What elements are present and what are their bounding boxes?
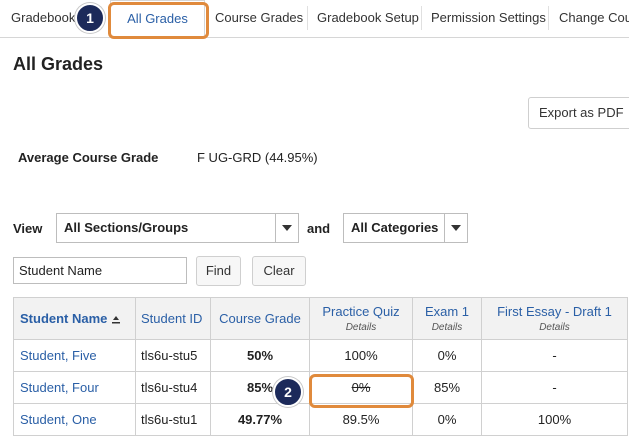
grades-table: Student Name Student ID Course Grade Pra… (13, 297, 628, 436)
student-id-header[interactable]: Student ID (135, 297, 211, 340)
student-name-link[interactable]: Student, One (13, 403, 136, 436)
sections-select-value: All Sections/Groups (64, 220, 189, 235)
student-search-input[interactable] (13, 257, 187, 284)
exam-1-cell[interactable]: 0% (412, 403, 482, 436)
tab-course-grades[interactable]: Course Grades (206, 0, 312, 36)
clear-button[interactable]: Clear (252, 256, 306, 286)
exam-1-cell[interactable]: 85% (412, 371, 482, 404)
tab-divider (548, 6, 549, 30)
table-header-row: Student Name Student ID Course Grade Pra… (13, 297, 628, 340)
tab-change-course[interactable]: Change Cour (550, 0, 629, 36)
tab-gradebook-setup[interactable]: Gradebook Setup (308, 0, 428, 36)
student-id-cell: tls6u-stu1 (135, 403, 211, 436)
export-pdf-button[interactable]: Export as PDF (528, 97, 629, 129)
table-row: Student, One tls6u-stu1 49.77% 89.5% 0% … (13, 403, 628, 436)
sections-select[interactable]: All Sections/Groups (56, 213, 299, 243)
first-essay-cell[interactable]: - (481, 339, 628, 372)
exam-1-cell[interactable]: 0% (412, 339, 482, 372)
exam-1-header[interactable]: Exam 1 Details (412, 297, 482, 340)
table-row: Student, Four tls6u-stu4 85% 0% 85% - (13, 371, 628, 404)
practice-quiz-cell[interactable]: 89.5% (309, 403, 413, 436)
chevron-down-icon (444, 214, 467, 242)
step-1-badge: 1 (75, 3, 105, 33)
practice-quiz-cell[interactable]: 0% (309, 371, 413, 404)
tab-all-grades[interactable]: All Grades (110, 0, 205, 37)
chevron-down-icon (275, 214, 298, 242)
view-label: View (13, 221, 43, 236)
tab-gradebook[interactable]: Gradebook (2, 0, 84, 36)
find-button[interactable]: Find (196, 256, 241, 286)
practice-quiz-header[interactable]: Practice Quiz Details (309, 297, 413, 340)
details-link[interactable]: Details (310, 322, 412, 333)
categories-select-value: All Categories (351, 220, 439, 235)
details-link[interactable]: Details (482, 322, 627, 333)
details-link[interactable]: Details (413, 322, 481, 333)
course-grade-header[interactable]: Course Grade (210, 297, 310, 340)
sort-ascending-icon (112, 316, 121, 324)
first-essay-cell[interactable]: - (481, 371, 628, 404)
table-row: Student, Five tls6u-stu5 50% 100% 0% - (13, 339, 628, 372)
practice-quiz-cell[interactable]: 100% (309, 339, 413, 372)
tab-permission-settings[interactable]: Permission Settings (422, 0, 555, 36)
page-title: All Grades (13, 54, 104, 74)
average-course-grade-label: Average Course Grade (18, 150, 159, 165)
student-id-cell: tls6u-stu5 (135, 339, 211, 372)
step-2-badge: 2 (273, 377, 303, 407)
student-id-cell: tls6u-stu4 (135, 371, 211, 404)
student-name-link[interactable]: Student, Four (13, 371, 136, 404)
first-essay-cell[interactable]: 100% (481, 403, 628, 436)
and-label: and (307, 221, 331, 236)
student-name-header[interactable]: Student Name (13, 297, 136, 340)
first-essay-header[interactable]: First Essay - Draft 1 Details (481, 297, 628, 340)
categories-select[interactable]: All Categories (343, 213, 468, 243)
student-name-link[interactable]: Student, Five (13, 339, 136, 372)
course-grade-cell: 50% (210, 339, 310, 372)
course-grade-cell: 49.77% (210, 403, 310, 436)
average-course-grade-value: F UG-GRD (44.95%) (197, 150, 318, 165)
